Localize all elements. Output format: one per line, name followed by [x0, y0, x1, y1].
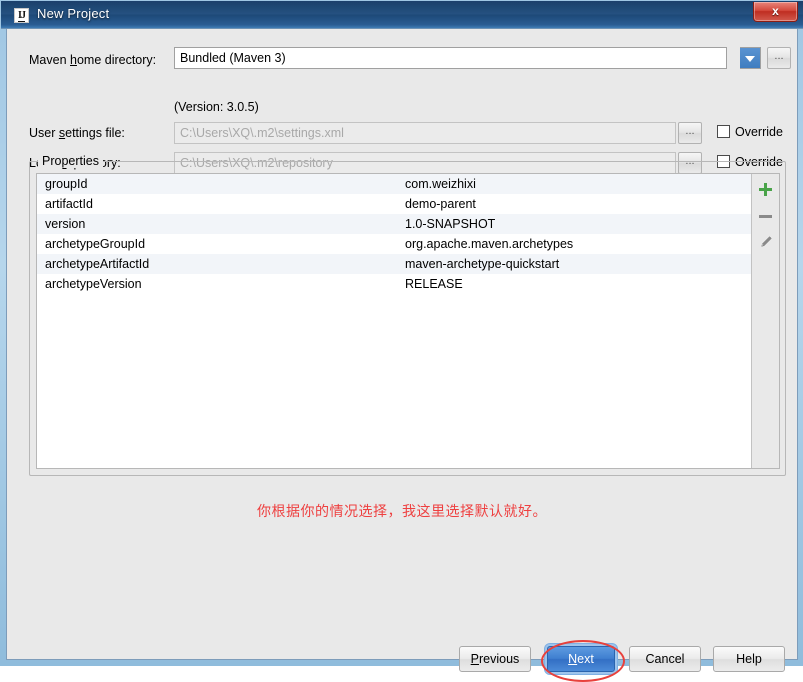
property-value: 1.0-SNAPSHOT	[405, 217, 496, 231]
maven-home-directory-label: Maven home directory:	[29, 53, 157, 67]
properties-toolbar	[751, 174, 779, 468]
pencil-icon	[759, 235, 773, 249]
property-value: maven-archetype-quickstart	[405, 257, 560, 271]
table-row[interactable]: archetypeGroupId org.apache.maven.archety…	[37, 234, 753, 254]
remove-property-button[interactable]	[752, 204, 779, 228]
table-row[interactable]: version 1.0-SNAPSHOT	[37, 214, 753, 234]
dialog-window: IJ New Project x Maven home directory: B…	[0, 0, 803, 682]
maven-version-text: (Version: 3.0.5)	[174, 100, 259, 114]
title-bar[interactable]: IJ New Project x	[1, 1, 803, 29]
properties-table[interactable]: groupId com.weizhixi artifactId demo-parent…	[37, 174, 753, 468]
property-key: archetypeArtifactId	[45, 257, 150, 271]
property-value: RELEASE	[405, 277, 463, 291]
add-property-button[interactable]	[752, 178, 779, 202]
properties-legend: Properties	[38, 154, 103, 168]
property-key: archetypeGroupId	[45, 237, 146, 251]
table-row[interactable]: archetypeVersion RELEASE	[37, 274, 753, 294]
help-button[interactable]: Help	[713, 646, 785, 672]
edit-property-button[interactable]	[752, 230, 779, 254]
user-settings-browse-button[interactable]: ...	[678, 122, 702, 144]
property-key: version	[45, 217, 86, 231]
previous-button[interactable]: Previous	[459, 646, 531, 672]
user-settings-file-input[interactable]: C:\Users\XQ\.m2\settings.xml	[174, 122, 676, 144]
next-button[interactable]: Next	[547, 646, 615, 672]
property-value: com.weizhixi	[405, 177, 476, 191]
table-row[interactable]: groupId com.weizhixi	[37, 174, 753, 194]
user-settings-override-label: Override	[735, 125, 783, 139]
user-settings-file-label: User settings file:	[29, 126, 125, 140]
properties-group: Properties groupId com.weizhixi artifactId…	[29, 154, 786, 476]
minus-icon	[759, 215, 772, 218]
intellij-idea-icon-text: IJ	[18, 10, 26, 22]
plus-icon	[759, 183, 772, 196]
close-icon[interactable]: x	[753, 2, 798, 22]
table-row[interactable]: artifactId demo-parent	[37, 194, 753, 214]
maven-home-directory-input[interactable]: Bundled (Maven 3)	[174, 47, 727, 69]
property-value: org.apache.maven.archetypes	[405, 237, 574, 251]
user-settings-override-checkbox[interactable]: Override	[717, 125, 783, 139]
property-key: groupId	[45, 177, 88, 191]
window-title: New Project	[37, 6, 110, 21]
chevron-down-icon[interactable]	[740, 47, 761, 69]
dialog-content: Maven home directory: Bundled (Maven 3) …	[7, 29, 797, 682]
property-key: artifactId	[45, 197, 93, 211]
dialog-window-inner: IJ New Project x Maven home directory: B…	[1, 1, 803, 682]
checkbox-icon	[717, 125, 730, 138]
intellij-idea-icon: IJ	[14, 8, 29, 23]
cancel-button[interactable]: Cancel	[629, 646, 701, 672]
properties-panel: groupId com.weizhixi artifactId demo-parent…	[36, 173, 780, 469]
property-value: demo-parent	[405, 197, 476, 211]
table-row[interactable]: archetypeArtifactId maven-archetype-quick…	[37, 254, 753, 274]
maven-home-browse-button[interactable]: ...	[767, 47, 791, 69]
property-key: archetypeVersion	[45, 277, 142, 291]
annotation-note: 你根据你的情况选择，我这里选择默认就好。	[257, 504, 547, 520]
